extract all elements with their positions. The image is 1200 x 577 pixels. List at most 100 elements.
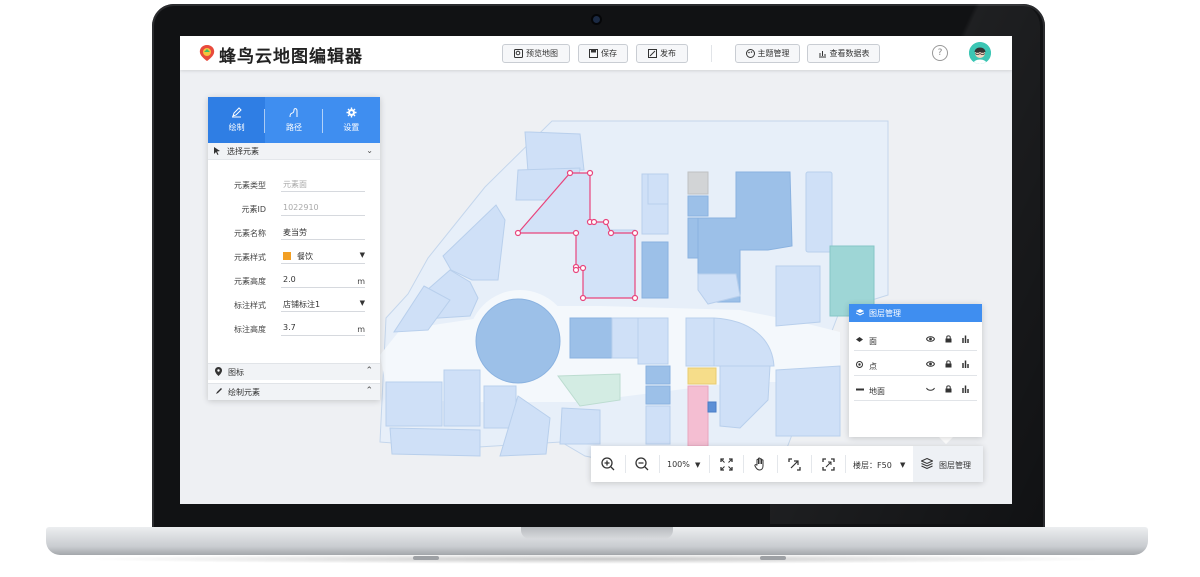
fold-draw-elements[interactable]: 绘制元素 ⌃	[208, 383, 380, 400]
help-icon[interactable]: ?	[932, 45, 948, 61]
shop[interactable]	[645, 405, 671, 445]
element-id-input[interactable]: 1022910	[281, 203, 365, 216]
shop[interactable]	[389, 427, 481, 457]
pan-hand-button[interactable]	[743, 446, 777, 482]
shop[interactable]	[645, 385, 671, 405]
shop[interactable]	[611, 317, 639, 359]
cursor-icon	[214, 147, 220, 155]
shop[interactable]	[687, 217, 699, 259]
element-style-value: 餐饮	[297, 252, 313, 261]
top-bar: 蜂鸟云地图编辑器 预览地图 保存 发布 主题管理 查看数据表 ?	[180, 36, 1012, 70]
save-icon	[589, 49, 598, 58]
theme-manage-button[interactable]: 主题管理	[735, 44, 800, 63]
layer-row-ground[interactable]: 地面	[854, 380, 977, 401]
tab-draw[interactable]: 绘制	[208, 97, 266, 143]
layer-manager-header: 图层管理	[849, 304, 982, 322]
select-element-header[interactable]: 选择元素 ⌄	[208, 143, 380, 160]
reset-view-button[interactable]	[811, 446, 845, 482]
shop[interactable]	[687, 195, 709, 217]
shop[interactable]	[385, 381, 443, 427]
label-height-unit: m	[357, 325, 365, 334]
eye-closed-icon[interactable]	[926, 385, 935, 393]
shop[interactable]	[637, 317, 669, 365]
chevron-up-icon: ⌃	[365, 366, 373, 376]
layer-name: 面	[869, 337, 877, 346]
shop[interactable]	[524, 131, 585, 173]
preview-map-label: 预览地图	[526, 49, 558, 58]
shop[interactable]	[647, 173, 669, 205]
bar-chart-icon[interactable]	[962, 360, 970, 368]
shop[interactable]	[641, 241, 669, 299]
webcam-icon	[593, 16, 600, 23]
view-data-table-label: 查看数据表	[829, 49, 870, 58]
layers-icon	[921, 458, 933, 469]
label-height-value: 3.7	[283, 323, 296, 332]
layer-manager-button[interactable]: 图层管理	[913, 446, 983, 482]
shop[interactable]	[685, 317, 715, 367]
field-label: 元素高度	[234, 277, 266, 286]
shop[interactable]	[559, 407, 601, 445]
shop[interactable]	[687, 385, 709, 447]
element-name-input[interactable]: 麦当劳	[281, 227, 365, 240]
zoom-level-value[interactable]: 100%	[667, 460, 690, 469]
publish-button[interactable]: 发布	[636, 44, 688, 63]
zoom-out-icon	[635, 457, 649, 471]
lock-icon[interactable]	[945, 335, 952, 343]
fold-draw-elements-label: 绘制元素	[228, 388, 260, 397]
zoom-in-button[interactable]	[591, 446, 625, 482]
fullscreen-button[interactable]	[709, 446, 743, 482]
eye-icon[interactable]	[926, 360, 935, 368]
shop[interactable]	[645, 365, 671, 385]
caret-down-icon: ▼	[359, 299, 365, 307]
element-style-select[interactable]: 餐饮 ▼	[281, 251, 365, 264]
lock-icon[interactable]	[945, 385, 952, 393]
edit-panel: 绘制 路径 设置 选择元素 ⌄ 元素类型 元素面 元素ID 1022910 元素…	[208, 97, 380, 400]
shop[interactable]	[687, 171, 709, 195]
floor-selector[interactable]: 楼层：F50	[853, 460, 892, 471]
save-button[interactable]: 保存	[578, 44, 628, 63]
layer-row-face[interactable]: 面	[854, 330, 977, 351]
bar-chart-icon[interactable]	[962, 335, 970, 343]
view-data-table-button[interactable]: 查看数据表	[807, 44, 880, 63]
caret-down-icon[interactable]: ▼	[900, 461, 905, 469]
atrium[interactable]	[475, 298, 561, 384]
field-label-style: 标注样式 店铺标注1 ▼	[208, 297, 380, 315]
zoom-out-button[interactable]	[625, 446, 659, 482]
laptop-notch	[521, 527, 673, 539]
tab-settings[interactable]: 设置	[323, 97, 380, 143]
label-style-select[interactable]: 店铺标注1 ▼	[281, 299, 365, 312]
theme-manage-label: 主题管理	[757, 49, 790, 58]
tab-path[interactable]: 路径	[265, 97, 323, 143]
element-type-input[interactable]: 元素面	[281, 179, 365, 192]
label-height-input[interactable]: 3.7 m	[281, 323, 365, 336]
preview-map-button[interactable]: 预览地图	[502, 44, 570, 63]
bar-chart-icon[interactable]	[962, 385, 970, 393]
field-label: 元素样式	[234, 253, 266, 262]
shop[interactable]	[805, 171, 833, 253]
bar-chart-icon	[818, 51, 826, 58]
field-element-type: 元素类型 元素面	[208, 177, 380, 195]
shop[interactable]	[569, 317, 613, 359]
shop[interactable]	[443, 369, 481, 427]
field-element-height: 元素高度 2.0 m	[208, 273, 380, 291]
fold-icons[interactable]: 图标 ⌃	[208, 363, 380, 380]
rotate-view-button[interactable]	[777, 446, 811, 482]
element-height-value: 2.0	[283, 275, 296, 284]
lock-icon[interactable]	[945, 360, 952, 368]
caret-down-icon[interactable]: ▼	[695, 461, 700, 469]
shop[interactable]	[707, 401, 717, 413]
chevron-up-icon: ⌃	[365, 386, 373, 396]
fullscreen-icon	[719, 457, 733, 471]
field-label: 元素类型	[234, 181, 266, 190]
eye-icon[interactable]	[926, 335, 935, 343]
shop[interactable]	[687, 367, 717, 385]
element-height-input[interactable]: 2.0 m	[281, 275, 365, 288]
shop[interactable]	[775, 365, 841, 437]
user-avatar[interactable]	[969, 42, 991, 64]
polygon-layer-icon	[856, 337, 863, 342]
layer-row-point[interactable]: 点	[854, 355, 977, 376]
palette-icon	[745, 49, 755, 58]
tab-path-label: 路径	[285, 123, 302, 132]
map-pin-icon	[215, 367, 222, 376]
shop[interactable]	[775, 265, 821, 327]
